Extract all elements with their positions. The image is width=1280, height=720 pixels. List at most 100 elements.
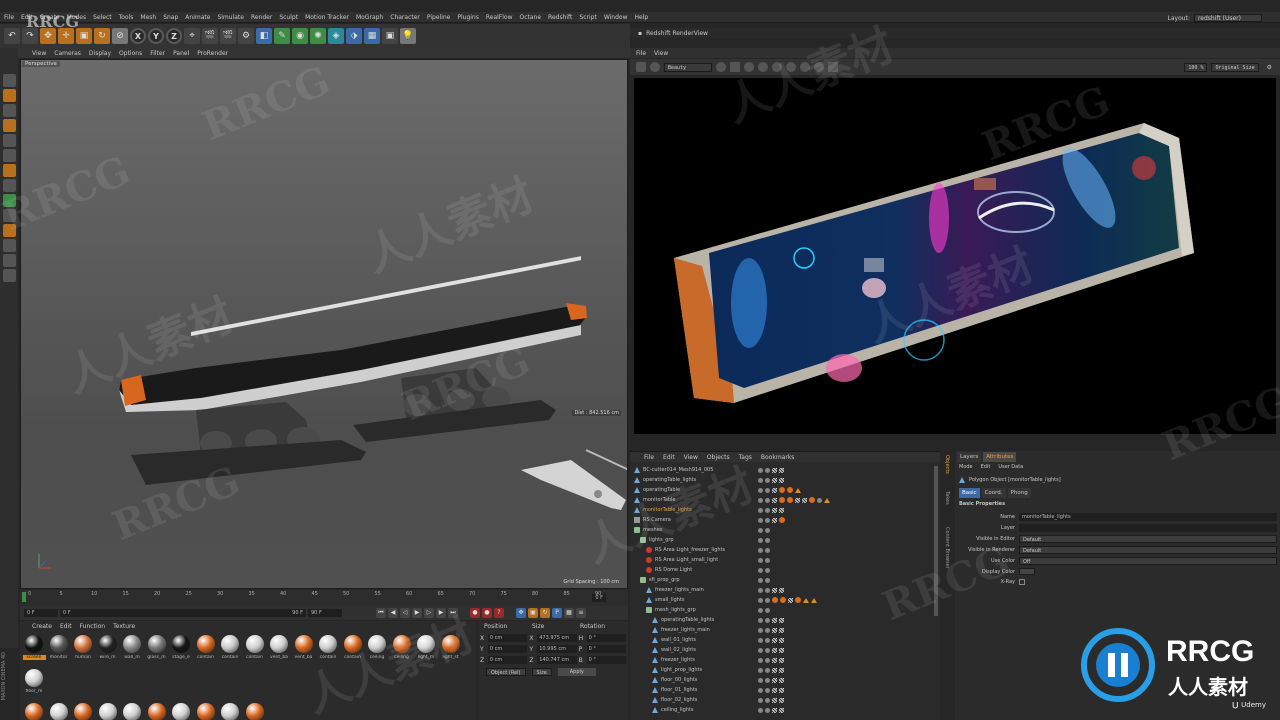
viewport-menu-prorender[interactable]: ProRender — [197, 50, 228, 57]
attribute-dropdown[interactable]: Off — [1019, 557, 1277, 565]
menu-script[interactable]: Script — [579, 14, 596, 21]
texture-tag-icon[interactable] — [779, 467, 784, 473]
history-icon[interactable] — [800, 62, 810, 72]
y-axis-lock-icon[interactable]: Y — [148, 28, 164, 44]
settings-icon[interactable]: ⚙ — [1267, 64, 1272, 71]
material-swatch[interactable]: light_st — [439, 633, 463, 665]
menu-mesh[interactable]: Mesh — [140, 14, 156, 21]
material-swatch[interactable]: operatio — [218, 701, 242, 720]
auto-key-icon[interactable]: ● — [482, 608, 492, 618]
texture-tag-icon[interactable] — [772, 477, 777, 483]
visibility-dot-icon[interactable] — [758, 567, 763, 573]
crop-icon[interactable] — [730, 62, 740, 72]
position-field[interactable]: 0 cm — [487, 645, 528, 653]
planar-workplane-icon[interactable] — [2, 254, 16, 267]
object-row[interactable]: monitorTable — [634, 495, 930, 505]
texture-tag-icon[interactable] — [772, 507, 777, 513]
attribute-field[interactable] — [1019, 524, 1277, 532]
object-list-scrollbar[interactable] — [934, 466, 938, 616]
lut-icon[interactable] — [772, 62, 782, 72]
object-menu-objects[interactable]: Objects — [707, 454, 730, 461]
xray-checkbox[interactable] — [1019, 579, 1025, 585]
visibility-dot-icon[interactable] — [758, 627, 763, 633]
material-menu-function[interactable]: Function — [80, 623, 106, 630]
object-menu-file[interactable]: File — [644, 454, 654, 461]
rotation-field[interactable]: 0 ° — [586, 656, 626, 664]
side-tab-takes[interactable]: Takes — [944, 491, 950, 505]
visibility-dot-icon[interactable] — [758, 537, 763, 543]
visibility-dot-icon[interactable] — [758, 667, 763, 673]
visibility-dot-icon[interactable] — [758, 707, 763, 713]
key-scale-icon[interactable]: ▣ — [528, 608, 538, 618]
visibility-dot-icon[interactable] — [758, 647, 763, 653]
attr-subtab-basic[interactable]: Basic — [959, 488, 980, 498]
object-row[interactable]: wall_02_lights — [634, 645, 930, 655]
material-swatch[interactable]: ducts_n — [169, 701, 193, 720]
material-swatch[interactable]: stage_e — [169, 633, 193, 665]
material-tag-icon[interactable] — [787, 487, 793, 493]
texture-tag-icon[interactable] — [772, 697, 777, 703]
texture-tag-icon[interactable] — [802, 497, 807, 503]
visibility-dot-icon[interactable] — [765, 507, 770, 513]
texture-tag-icon[interactable] — [779, 697, 784, 703]
side-tab-content-browser[interactable]: Content Browser — [944, 527, 950, 569]
visibility-dot-icon[interactable] — [765, 637, 770, 643]
phong-tag-icon[interactable] — [803, 597, 809, 603]
material-swatch[interactable]: wall_st — [145, 701, 169, 720]
texture-tag-icon[interactable] — [772, 627, 777, 633]
material-tag-icon[interactable] — [795, 597, 801, 603]
texture-tag-icon[interactable] — [779, 477, 784, 483]
polygon-mode-icon[interactable] — [2, 164, 16, 177]
object-menu-tags[interactable]: Tags — [739, 454, 752, 461]
menu-redshift[interactable]: Redshift — [548, 14, 572, 21]
object-row[interactable]: RS Dome Light — [634, 565, 930, 575]
material-swatch[interactable]: wire_m — [96, 633, 120, 665]
object-row[interactable]: operatingTable — [634, 485, 930, 495]
cloner-icon[interactable]: ✺ — [310, 28, 326, 44]
texture-tag-icon[interactable] — [772, 497, 777, 503]
visibility-dot-icon[interactable] — [765, 607, 770, 613]
render-image[interactable] — [634, 78, 1276, 434]
attr-menu-edit[interactable]: Edit — [981, 464, 991, 470]
layout-selector[interactable]: Layout: redshift (User) — [1168, 14, 1262, 22]
menu-window[interactable]: Window — [604, 14, 628, 21]
deformer-icon[interactable]: ◈ — [328, 28, 344, 44]
key-rotation-icon[interactable]: ↻ — [540, 608, 550, 618]
side-tab-objects[interactable]: Objects — [944, 455, 950, 474]
start-frame-field[interactable]: 0 F — [24, 609, 58, 617]
cube-icon[interactable]: ◧ — [256, 28, 272, 44]
visibility-dot-icon[interactable] — [765, 597, 770, 603]
visibility-dot-icon[interactable] — [765, 577, 770, 583]
object-row[interactable]: freezer_lights_main — [634, 625, 930, 635]
rotate-icon[interactable]: ↻ — [94, 28, 110, 44]
visibility-dot-icon[interactable] — [765, 467, 770, 473]
object-row[interactable]: mesh_lights_grp — [634, 605, 930, 615]
snap-icon[interactable] — [2, 194, 16, 207]
attribute-field[interactable]: monitorTable_lights — [1019, 513, 1277, 521]
menu-motion-tracker[interactable]: Motion Tracker — [305, 14, 349, 21]
attribute-dropdown[interactable]: Default — [1019, 546, 1277, 554]
material-swatch[interactable]: contain — [243, 633, 267, 665]
coordinate-mode-dropdown[interactable]: Object (Rel) — [486, 668, 526, 676]
material-tag-icon[interactable] — [787, 497, 793, 503]
object-row[interactable]: small_lights — [634, 595, 930, 605]
object-row[interactable]: freezer_lights_main — [634, 585, 930, 595]
texture-tag-icon[interactable] — [779, 507, 784, 513]
attr-menu-user-data[interactable]: User Data — [998, 464, 1023, 470]
prev-frame-icon[interactable]: ◁ — [400, 608, 410, 618]
texture-tag-icon[interactable] — [772, 687, 777, 693]
max-frame-field-2[interactable]: 90 F — [308, 609, 342, 617]
visibility-dot-icon[interactable] — [765, 477, 770, 483]
undo-icon[interactable]: ↶ — [4, 28, 20, 44]
object-menu-edit[interactable]: Edit — [663, 454, 675, 461]
visibility-dot-icon[interactable] — [765, 667, 770, 673]
play-icon[interactable]: ▶ — [412, 608, 422, 618]
go-to-end-icon[interactable]: ⏭ — [448, 608, 458, 618]
workplane-icon[interactable] — [2, 119, 16, 132]
timeline-menu-icon[interactable]: ≡ — [576, 608, 586, 618]
material-swatch[interactable]: monitor — [47, 633, 71, 665]
rotation-field[interactable]: 0 ° — [586, 645, 626, 653]
viewport-menu-options[interactable]: Options — [119, 50, 142, 57]
channel-icon[interactable] — [758, 62, 768, 72]
material-tag-icon[interactable] — [809, 497, 815, 503]
